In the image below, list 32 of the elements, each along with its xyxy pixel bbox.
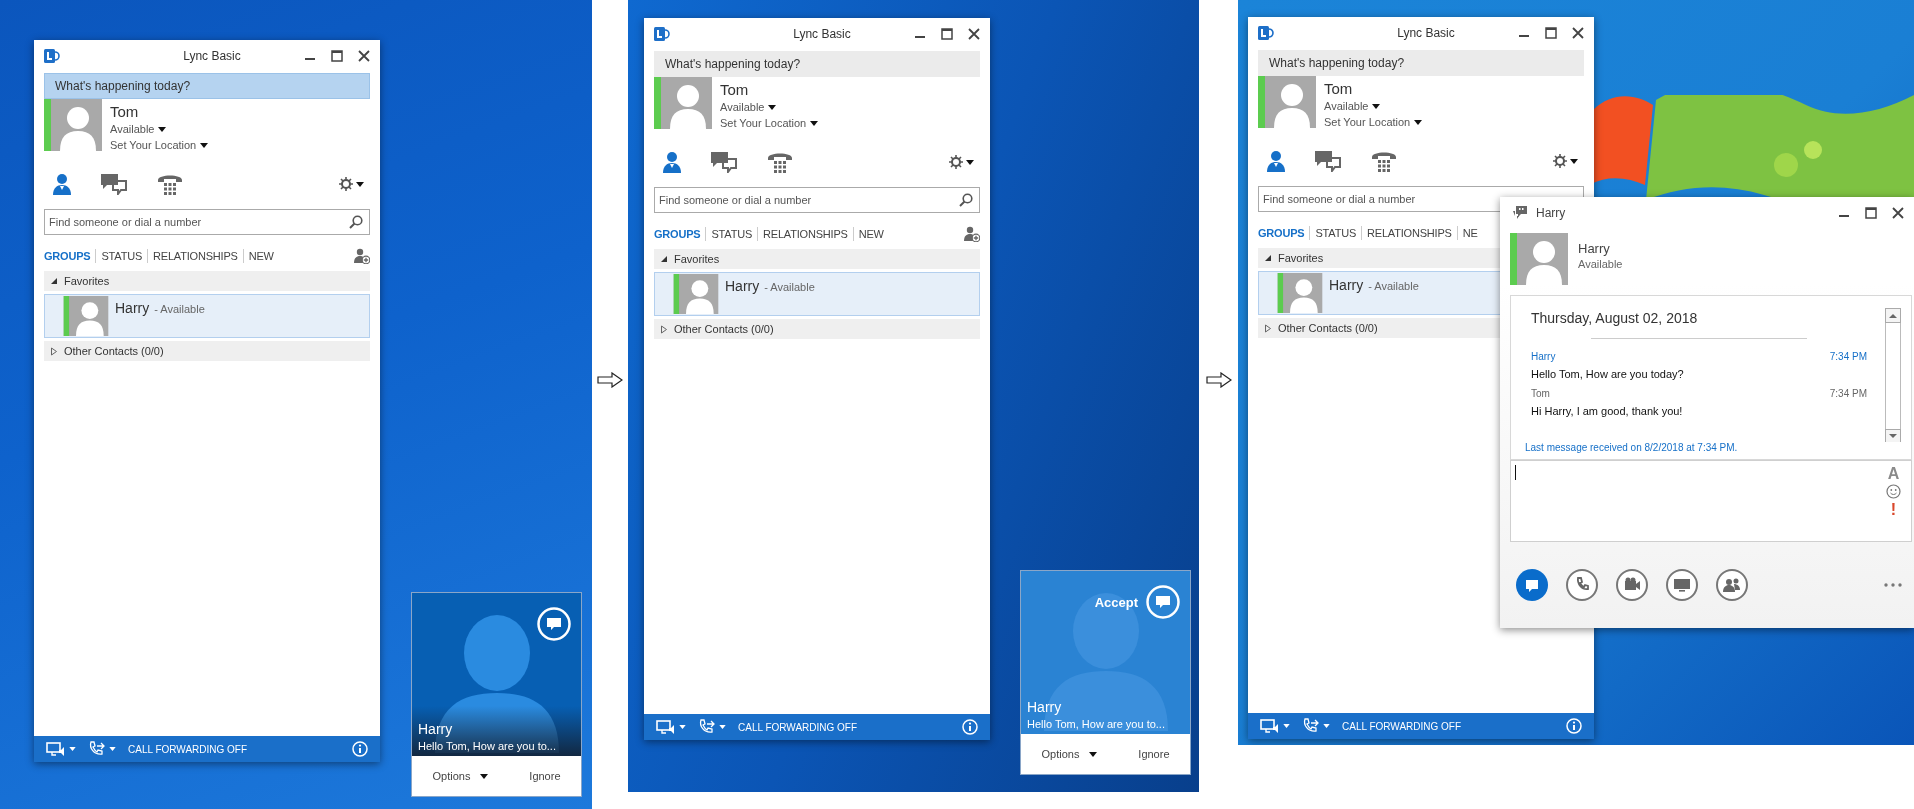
contact-name: Harry	[1329, 277, 1364, 293]
user-name: Tom	[110, 103, 139, 121]
contact-name: Harry	[115, 300, 150, 316]
call-forwarding-status: CALL FORWARDING OFF	[128, 743, 248, 755]
window-title: Lync Basic	[792, 27, 852, 41]
group-label: Other Contacts (0/0)	[1278, 322, 1378, 334]
window-title: Lync Basic	[1396, 26, 1456, 40]
user-name: Tom	[720, 81, 749, 99]
group-label: Other Contacts (0/0)	[64, 345, 164, 357]
caller-name: Harry	[418, 720, 454, 738]
contact-presence: - Available	[1368, 280, 1419, 292]
message-preview: Hello Tom, How are you to...	[418, 739, 557, 754]
last-message-note: Last message received on 8/2/2018 at 7:34 PM.	[1510, 442, 1912, 460]
message-preview: Hello Tom, How are you to...	[1027, 717, 1166, 732]
message-sender: Harry	[1531, 351, 1556, 362]
user-name: Tom	[1324, 80, 1353, 98]
group-label: Favorites	[674, 253, 720, 265]
message-sender: Tom	[1531, 388, 1550, 399]
group-label: Favorites	[1278, 252, 1324, 264]
call-forwarding-status: CALL FORWARDING OFF	[1342, 720, 1462, 732]
message-text: Hello Tom, How are you today?	[1531, 368, 1685, 380]
call-forwarding-status: CALL FORWARDING OFF	[738, 721, 858, 733]
window-title: Lync Basic	[182, 49, 242, 63]
group-label: Other Contacts (0/0)	[674, 323, 774, 335]
caller-name: Harry	[1027, 698, 1063, 716]
contact-presence: - Available	[764, 281, 815, 293]
group-label: Favorites	[64, 275, 110, 287]
message-time: 7:34 PM	[1829, 351, 1867, 362]
contact-presence: - Available	[154, 303, 205, 315]
message-text: Hi Harry, I am good, thank you!	[1531, 405, 1684, 417]
contact-name: Harry	[725, 278, 760, 294]
message-time: 7:34 PM	[1829, 388, 1867, 399]
